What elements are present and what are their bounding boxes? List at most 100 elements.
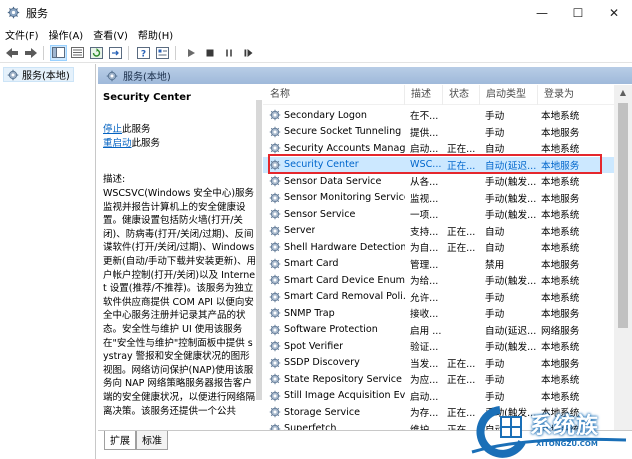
table-row[interactable]: Smart Card 管理... 禁用 本地服务 xyxy=(263,256,614,273)
menu-file[interactable]: 文件(F) xyxy=(0,27,44,42)
table-row[interactable]: Smart Card Device Enum... 为给... 手动(触发... 本地… xyxy=(263,272,614,289)
service-name-cell: SNMP Trap xyxy=(263,307,405,319)
service-logon-as: 本地系统 xyxy=(541,276,580,288)
service-name: Security Accounts Manag... xyxy=(284,142,405,154)
pause-icon[interactable] xyxy=(220,45,237,61)
service-description: 在不... xyxy=(410,111,439,123)
table-row[interactable]: Spot Verifier 验证... 手动(触发... 本地系统 xyxy=(263,338,614,355)
stop-icon[interactable] xyxy=(201,45,218,61)
table-row[interactable]: Shell Hardware Detection 为自... 正在... 自动 本地系统 xyxy=(263,239,614,256)
column-header-status[interactable]: 状态 xyxy=(443,85,480,105)
tab-extended[interactable]: 扩展 xyxy=(104,431,136,450)
tree-node-services-local[interactable]: 服务(本地) xyxy=(3,67,74,82)
description-pane: Security Center 停止此服务 重启动此服务 描述: WSCSVC(… xyxy=(98,85,263,430)
column-header-name[interactable]: 名称 xyxy=(263,85,405,105)
table-row[interactable]: Sensor Service 一项... 手动(触发... 本地系统 xyxy=(263,206,614,223)
description-scrollbar[interactable] xyxy=(255,100,263,430)
help-icon[interactable]: ? xyxy=(135,45,152,61)
refresh-icon[interactable] xyxy=(88,45,105,61)
service-logon-as: 本地系统 xyxy=(541,292,580,304)
toolbar-separator xyxy=(43,45,44,60)
gear-icon xyxy=(269,225,281,236)
stop-service-suffix: 此服务 xyxy=(122,124,151,135)
console-tree-icon[interactable] xyxy=(50,44,67,61)
menu-action[interactable]: 操作(A) xyxy=(44,27,89,42)
table-row[interactable]: Server 支持... 正在... 自动 本地系统 xyxy=(263,223,614,240)
service-startup-type: 禁用 xyxy=(485,259,505,271)
service-status: 正在... xyxy=(443,422,480,430)
services-rows: Secondary Logon 在不... 手动 本地系统 Secure Socket … xyxy=(263,107,614,430)
service-logon-as: 本地服务 xyxy=(541,358,580,370)
service-status: 正在... xyxy=(447,408,476,420)
menu-view[interactable]: 查看(V) xyxy=(88,27,133,42)
table-row[interactable]: SNMP Trap 接收... 手动 本地服务 xyxy=(263,305,614,322)
service-description: 为给... xyxy=(410,276,439,288)
service-name-cell: Smart Card Removal Poli... xyxy=(263,291,405,303)
table-row[interactable]: Still Image Acquisition Ev... 启动... 手动 本地系统 xyxy=(263,388,614,405)
service-name-cell: Storage Service xyxy=(263,406,405,418)
console-tree: 服务(本地) xyxy=(0,64,96,459)
maximize-button[interactable]: ☐ xyxy=(560,0,596,25)
table-row[interactable]: Secondary Logon 在不... 手动 本地系统 xyxy=(263,107,614,124)
column-header-startup-type[interactable]: 启动类型 xyxy=(480,85,538,105)
toolbar-separator xyxy=(175,45,176,60)
export-list-icon[interactable] xyxy=(107,45,124,61)
table-row[interactable]: Smart Card Removal Poli... 允许... 手动 本地系统 xyxy=(263,289,614,306)
back-arrow-icon[interactable] xyxy=(3,45,20,61)
table-row[interactable]: Storage Service 为存... 正在... 手动(触发... 本地系统 xyxy=(263,404,614,421)
service-startup-type: 自动(延迟... xyxy=(485,160,537,172)
service-name: State Repository Service xyxy=(284,373,402,385)
table-row[interactable]: Security Accounts Manag... 启动... 正在... 自动 本地… xyxy=(263,140,614,157)
window-title: 服务 xyxy=(26,6,48,20)
start-icon[interactable] xyxy=(182,45,199,61)
column-header-logon-as[interactable]: 登录为 xyxy=(538,85,614,105)
view-tabs: 扩展 标准 xyxy=(98,430,632,459)
table-row[interactable]: Secure Socket Tunneling ... 提供... 手动 本地服务 xyxy=(263,124,614,141)
services-scrollbar[interactable]: ▲ xyxy=(614,85,632,430)
minimize-button[interactable]: — xyxy=(524,0,560,25)
close-button[interactable]: ✕ xyxy=(596,0,632,25)
restart-icon[interactable] xyxy=(239,45,256,61)
table-row[interactable]: Sensor Data Service 从各... 手动(触发... 本地系统 xyxy=(263,173,614,190)
gear-icon xyxy=(269,258,281,269)
service-description: 接收... xyxy=(410,309,439,321)
service-logon-as: 本地系统 xyxy=(541,144,580,156)
restart-service-link[interactable]: 重启动 xyxy=(103,138,132,149)
service-startup-type: 手动 xyxy=(485,391,505,403)
stop-service-link[interactable]: 停止 xyxy=(103,124,122,135)
table-row[interactable]: Security Center WSC... 正在... 自动(延迟... 本地服务 xyxy=(263,156,614,173)
properties-icon[interactable] xyxy=(154,45,171,61)
service-description: 维护... xyxy=(405,422,443,430)
properties-list-icon[interactable] xyxy=(69,45,86,61)
scroll-up-icon[interactable]: ▲ xyxy=(614,85,632,99)
menu-help[interactable]: 帮助(H) xyxy=(133,27,178,42)
service-logon-as: 本地服务 xyxy=(541,127,580,139)
service-logon-as: 本地系统 xyxy=(541,408,580,420)
table-row[interactable]: Sensor Monitoring Service 监视... 手动(触发... 本地… xyxy=(263,190,614,207)
service-startup-type: 手动 xyxy=(485,111,505,123)
gear-icon xyxy=(269,192,281,203)
service-name: Sensor Service xyxy=(284,208,356,220)
menu-bar: 文件(F) 操作(A) 查看(V) 帮助(H) xyxy=(0,25,632,43)
selected-service-title: Security Center xyxy=(103,92,191,103)
scroll-thumb[interactable] xyxy=(618,103,628,328)
forward-arrow-icon[interactable] xyxy=(22,45,39,61)
service-description: 提供... xyxy=(410,127,439,139)
gear-icon xyxy=(269,143,281,154)
service-description: 管理... xyxy=(410,259,439,271)
column-header-description[interactable]: 描述 xyxy=(405,85,443,105)
table-row[interactable]: Superfetch 维护...正在...自动本地系统 xyxy=(263,421,614,430)
service-logon-as: 本地服务 xyxy=(541,160,580,172)
service-description: 启动... xyxy=(410,144,439,156)
gear-icon xyxy=(269,341,281,352)
service-description: 验证... xyxy=(410,342,439,354)
table-row[interactable]: Software Protection 启用 ... 自动(延迟... 网络服务 xyxy=(263,322,614,339)
table-row[interactable]: SSDP Discovery 当发... 正在... 手动 本地服务 xyxy=(263,355,614,372)
tab-standard[interactable]: 标准 xyxy=(136,431,168,450)
service-description: 支持... xyxy=(410,226,439,238)
service-description: 启用 ... xyxy=(410,325,442,337)
description-scroll-thumb[interactable] xyxy=(256,100,262,400)
table-row[interactable]: State Repository Service 为应... 正在... 手动 本地系统 xyxy=(263,371,614,388)
title-bar: 服务 — ☐ ✕ xyxy=(0,0,632,25)
service-status: 正在... xyxy=(447,358,476,370)
